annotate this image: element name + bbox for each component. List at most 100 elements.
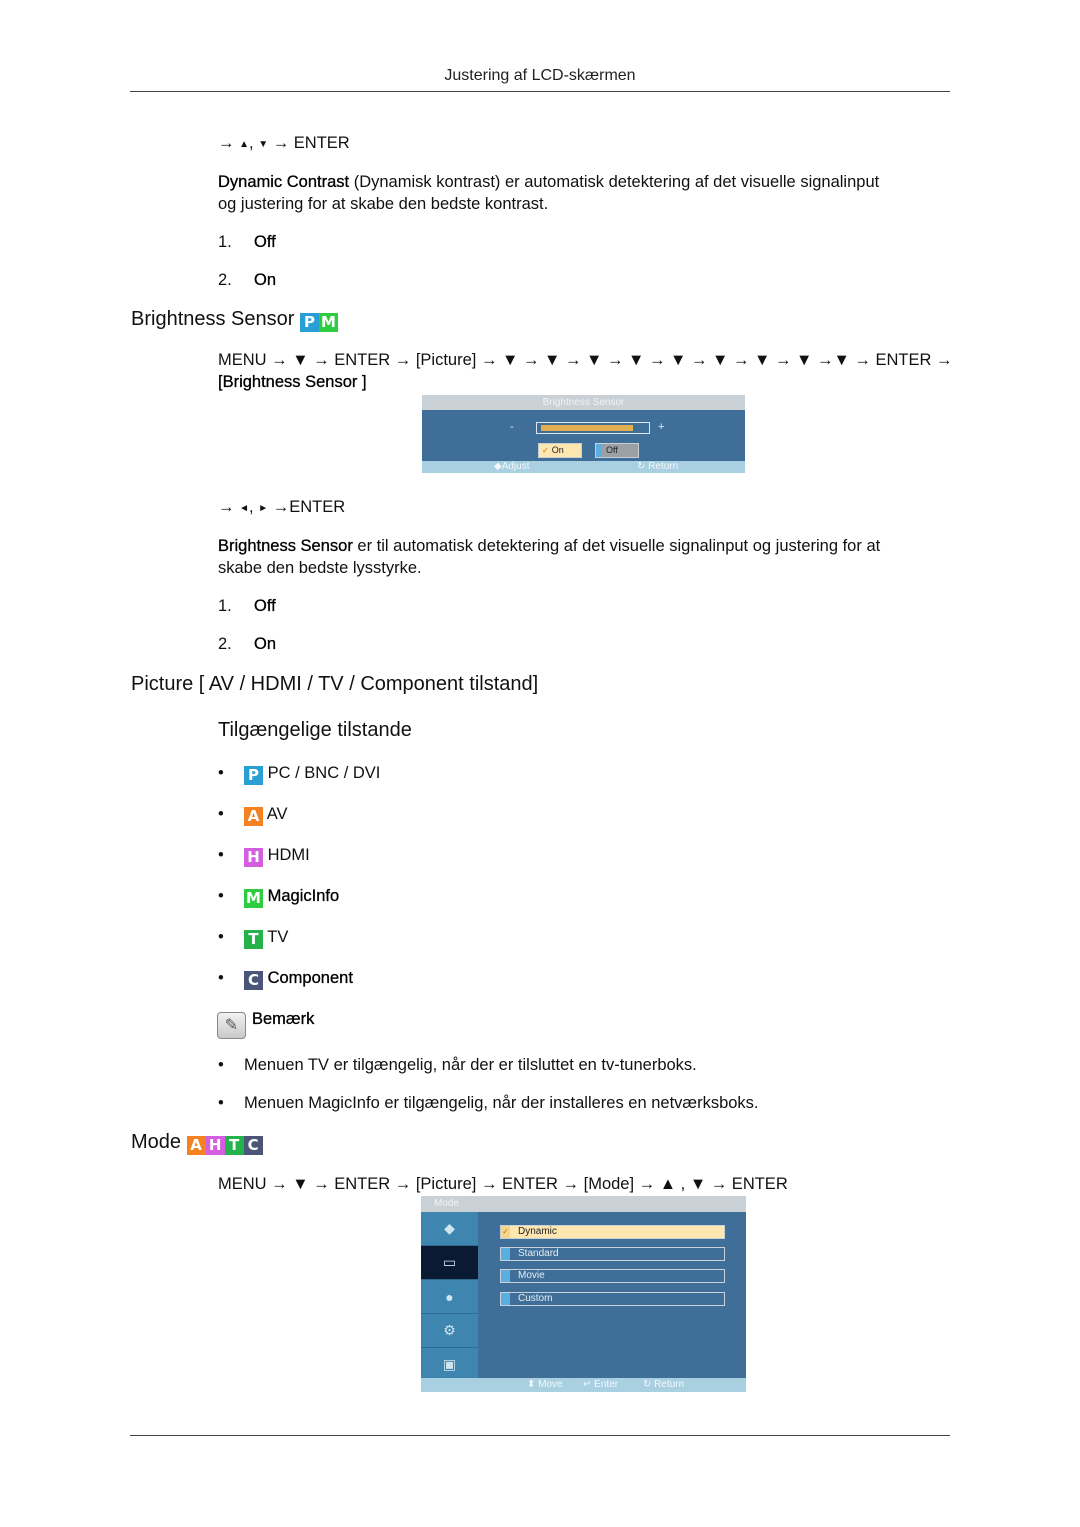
mode-option-movie[interactable]: Movie [500, 1269, 725, 1283]
bullet: • [218, 969, 224, 987]
brightness-slider[interactable] [536, 422, 650, 434]
multi-control-icon[interactable]: ▣ [421, 1348, 478, 1382]
available-modes-subheading: Tilgængelige tilstande [218, 719, 412, 741]
up-triangle-icon: ▲ [239, 139, 249, 150]
list-item: • T TV [218, 926, 380, 967]
mode-label: HDMI [267, 846, 310, 864]
osd-footer: ◆Adjust ↻ Return [422, 461, 745, 473]
note-text: Menuen TV er tilgængelig, når der er til… [244, 1056, 697, 1074]
mode-menu-path: MENU → ▼ → ENTER → [Picture] → ENTER → [… [218, 1175, 788, 1193]
brightness-sensor-heading: Brightness Sensor PM [131, 308, 338, 332]
av-mode-badge-icon: A [186, 1136, 206, 1155]
option-label: Movie [518, 1270, 545, 1281]
enter-step: →ENTER [272, 498, 346, 516]
component-mode-badge-icon: C [243, 1136, 263, 1155]
list-item: 2. On [218, 633, 276, 655]
off-marker [596, 444, 602, 457]
av-mode-badge-icon: A [244, 807, 263, 826]
osd-footer: ⬍ Move ↵ Enter ↻ Return [421, 1378, 746, 1392]
pc-mode-badge-icon: P [244, 766, 263, 785]
off-label: Off [606, 445, 618, 455]
term-dynamic-contrast: Dynamic Contrast [218, 173, 350, 191]
list-item: • Menuen TV er tilgængelig, når der er ti… [218, 1054, 958, 1092]
dynamic-contrast-description: Dynamic Contrast (Dynamisk kontrast) er … [218, 171, 958, 215]
minus-label: - [510, 421, 514, 433]
return-hint: ↻ Return [637, 461, 679, 472]
list-item: 2. On [218, 269, 276, 291]
separator: , [249, 498, 254, 516]
description-line: skabe den bedste lysstyrke. [218, 559, 422, 577]
option-label: Standard [518, 1248, 559, 1259]
mode-option-standard[interactable]: Standard [500, 1247, 725, 1261]
heading-text: Mode [131, 1131, 182, 1153]
slider-fill [541, 425, 633, 431]
list-item: • P PC / BNC / DVI [218, 762, 380, 803]
description-line: er til automatisk detektering af det vis… [352, 537, 881, 555]
hdmi-mode-badge-icon: H [244, 848, 263, 867]
option-marker [501, 1270, 510, 1282]
list-item: 1. Off [218, 231, 276, 253]
picture-section-heading: Picture [ AV / HDMI / TV / Component til… [131, 673, 539, 695]
arrow-right: → [218, 134, 235, 152]
bullet: • [218, 764, 224, 782]
option-marker [501, 1248, 510, 1260]
input-icon[interactable]: ◆ [421, 1212, 478, 1246]
option-label: Custom [518, 1293, 553, 1304]
mode-label: MagicInfo [267, 887, 340, 905]
pc-mode-badge-icon: P [299, 313, 319, 332]
note-heading: ✎ Bemærk [217, 1008, 314, 1039]
list-item: • M MagicInfo [218, 885, 380, 926]
sound-icon[interactable]: ● [421, 1280, 478, 1314]
mode-option-dynamic[interactable]: ✓ Dynamic [500, 1225, 725, 1239]
note-list: • Menuen TV er tilgængelig, når der er ti… [218, 1054, 958, 1130]
picture-icon[interactable]: ▭ [421, 1246, 478, 1280]
note-label: Bemærk [252, 1010, 315, 1028]
option-off: Off [254, 233, 276, 251]
header-rule [130, 91, 950, 92]
mode-label: Component [267, 969, 353, 987]
list-number: 2. [218, 271, 232, 289]
brightness-sensor-osd: Brightness Sensor - + ✓ On Off ◆Adjust ↻ … [422, 395, 745, 473]
option-label: Dynamic [518, 1226, 557, 1237]
osd-on-button[interactable]: ✓ On [538, 443, 582, 458]
component-mode-badge-icon: C [244, 971, 263, 990]
list-item: • Menuen MagicInfo er tilgængelig, når de… [218, 1092, 958, 1130]
setup-icon[interactable]: ⚙ [421, 1314, 478, 1348]
on-label: On [551, 445, 564, 455]
list-item: • A AV [218, 803, 380, 844]
menu-path-line: [Brightness Sensor ] [218, 373, 367, 391]
bullet: • [218, 805, 224, 823]
option-on: On [254, 635, 277, 653]
osd-title: Mode [421, 1196, 746, 1212]
menu-path-line: MENU → ▼ → ENTER → [Picture] → ▼ → ▼ → ▼… [218, 351, 953, 369]
footer-rule [130, 1435, 950, 1436]
list-number: 2. [218, 635, 232, 653]
left-triangle-icon: ◄ [239, 503, 249, 514]
list-item: • H HDMI [218, 844, 380, 885]
option-marker [501, 1293, 510, 1305]
bullet: • [218, 1094, 224, 1112]
option-off: Off [254, 597, 276, 615]
list-number: 1. [218, 597, 232, 615]
enter-step: → ENTER [272, 134, 350, 152]
brightness-sensor-nav: → ◄, ► →ENTER [218, 496, 345, 520]
check-icon: ✓ [501, 1226, 510, 1238]
dynamic-contrast-nav: → ▲, ▼ → ENTER [218, 132, 350, 156]
note-pencil-icon: ✎ [217, 1012, 246, 1039]
return-hint: ↻ Return [643, 1379, 685, 1390]
move-hint: ⬍ Move [527, 1379, 563, 1390]
heading-text: Brightness Sensor [131, 308, 295, 330]
plus-label: + [658, 421, 665, 433]
check-icon: ✓ [542, 446, 549, 455]
hdmi-mode-badge-icon: H [205, 1136, 225, 1155]
mode-option-custom[interactable]: Custom [500, 1292, 725, 1306]
description-line: og justering for at skabe den bedste kon… [218, 195, 549, 213]
magicinfo-mode-badge-icon: M [244, 889, 263, 908]
mode-label: PC / BNC / DVI [267, 764, 381, 782]
down-triangle-icon: ▼ [258, 139, 269, 150]
term-brightness-sensor: Brightness Sensor [218, 537, 353, 555]
osd-off-button[interactable]: Off [595, 443, 639, 458]
bullet: • [218, 887, 224, 905]
magicinfo-mode-badge-icon: M [318, 313, 338, 332]
brightness-sensor-menu-path: MENU → ▼ → ENTER → [Picture] → ▼ → ▼ → ▼… [218, 349, 958, 393]
